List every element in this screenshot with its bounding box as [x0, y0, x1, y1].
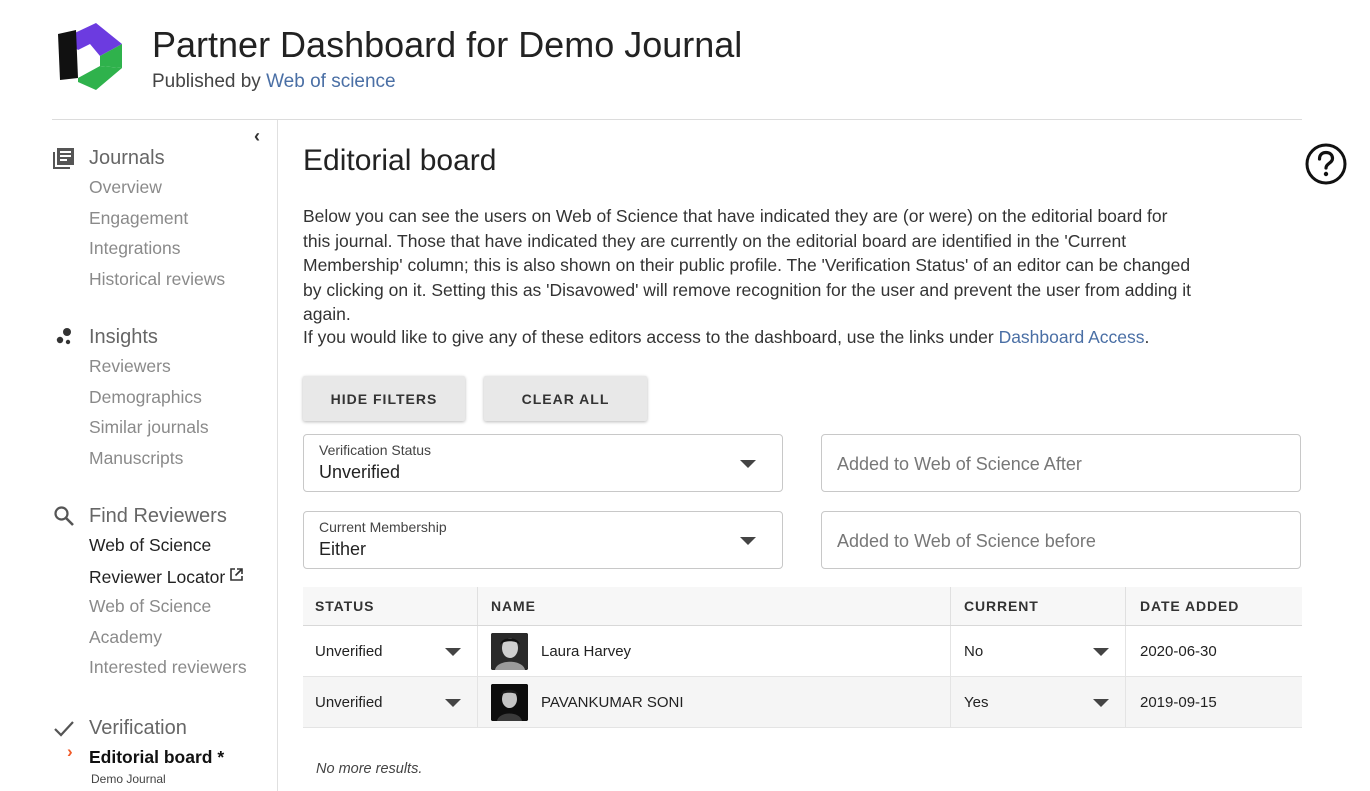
sidebar-item-manuscripts[interactable]: Manuscripts: [89, 443, 209, 474]
clear-all-button[interactable]: CLEAR ALL: [484, 376, 647, 421]
sidebar-section-title: Find Reviewers: [89, 504, 227, 527]
sidebar-item-journal-name: Demo Journal: [91, 772, 166, 786]
status-select[interactable]: Unverified: [303, 677, 478, 727]
table-header-row: STATUS NAME CURRENT DATE ADDED: [303, 587, 1302, 626]
verification-status-select[interactable]: Verification Status Unverified: [303, 434, 783, 492]
avatar[interactable]: [491, 683, 528, 721]
reviewer-locator-label: Reviewer Locator: [89, 566, 226, 587]
journals-icon: [52, 146, 76, 170]
current-select[interactable]: No: [951, 626, 1126, 676]
insights-icon: [52, 325, 76, 349]
current-membership-select[interactable]: Current Membership Either: [303, 511, 783, 569]
sidebar-section-insights: Insights Reviewers Demographics Similar …: [52, 323, 209, 473]
current-membership-value: Either: [319, 539, 367, 559]
current-value: No: [964, 642, 984, 660]
editorial-board-table: STATUS NAME CURRENT DATE ADDED Unverifie…: [303, 587, 1302, 728]
dashboard-access-note: If you would like to give any of these e…: [303, 325, 1303, 349]
sidebar-item-reviewer-locator[interactable]: Reviewer Locator: [89, 561, 247, 592]
page-description: Below you can see the users on Web of Sc…: [303, 206, 1191, 324]
check-icon: [52, 716, 76, 740]
chevron-left-icon[interactable]: ‹: [254, 126, 260, 147]
access-suffix: .: [1144, 327, 1150, 347]
dropdown-arrow-icon: [740, 537, 756, 545]
sidebar-item-editorial-board[interactable]: › Editorial board * Demo Journal: [67, 742, 225, 786]
sidebar-item-editorial-board-label: Editorial board *: [89, 747, 225, 767]
dropdown-arrow-icon: [740, 460, 756, 468]
sidebar-section-verification: Verification › Editorial board * Demo Jo…: [52, 714, 224, 786]
sidebar-section-find-reviewers: Find Reviewers Web of Science Reviewer L…: [52, 502, 247, 683]
dropdown-arrow-icon: [445, 699, 461, 707]
sidebar-item-web-of-science-academy[interactable]: Web of Science: [89, 591, 247, 622]
verification-status-value: Unverified: [319, 462, 401, 482]
publisher-link[interactable]: Web of science: [266, 71, 396, 92]
dashboard-title: Partner Dashboard for Demo Journal: [152, 24, 743, 65]
column-header-status[interactable]: STATUS: [303, 587, 478, 625]
date-added-cell: 2020-06-30: [1140, 642, 1217, 660]
date-added-cell: 2019-09-15: [1140, 693, 1217, 711]
page-title: Editorial board: [303, 144, 497, 177]
avatar[interactable]: [491, 632, 528, 670]
chevron-right-icon: ›: [67, 742, 73, 761]
sidebar-item-overview[interactable]: Overview: [89, 172, 225, 203]
dropdown-arrow-icon: [445, 648, 461, 656]
dropdown-arrow-icon: [1093, 648, 1109, 656]
sidebar-item-integrations[interactable]: Integrations: [89, 233, 225, 264]
current-value: Yes: [964, 693, 989, 711]
editor-name[interactable]: PAVANKUMAR SONI: [541, 694, 684, 711]
table-row: Unverified Laura Harvey No 2020-06-30: [303, 626, 1302, 677]
no-more-results: No more results.: [316, 761, 423, 777]
sidebar-item-reviewers[interactable]: Reviewers: [89, 351, 209, 382]
external-link-icon: [229, 561, 244, 591]
added-after-placeholder: Added to Web of Science After: [837, 454, 1082, 474]
publisher-line: Published by Web of science: [152, 71, 396, 93]
help-circle-icon[interactable]: [1305, 143, 1347, 185]
current-select[interactable]: Yes: [951, 677, 1126, 727]
name-cell: PAVANKUMAR SONI: [478, 677, 951, 727]
table-row: Unverified PAVANKUMAR SONI Yes 2019-09-1…: [303, 677, 1302, 728]
publons-logo-icon: [58, 23, 122, 90]
column-header-date-added[interactable]: DATE ADDED: [1126, 587, 1302, 625]
column-header-name[interactable]: NAME: [478, 587, 951, 625]
editor-name[interactable]: Laura Harvey: [541, 643, 631, 660]
sidebar-item-academy[interactable]: Academy: [89, 622, 247, 653]
status-value: Unverified: [315, 693, 383, 711]
dropdown-arrow-icon: [1093, 699, 1109, 707]
sidebar-section-title: Insights: [89, 325, 158, 348]
sidebar-item-engagement[interactable]: Engagement: [89, 203, 225, 234]
sidebar-item-historical-reviews[interactable]: Historical reviews: [89, 264, 225, 295]
sidebar-section-journals: Journals Overview Engagement Integration…: [52, 144, 225, 294]
app-header: Partner Dashboard for Demo Journal Publi…: [0, 0, 1370, 120]
column-header-current[interactable]: CURRENT: [951, 587, 1126, 625]
sidebar: ‹ Journals Overview Engagement Integrati…: [0, 120, 278, 791]
added-before-field[interactable]: Added to Web of Science before: [821, 511, 1301, 569]
sidebar-item-web-of-science[interactable]: Web of Science: [89, 530, 247, 561]
search-icon: [52, 504, 76, 528]
dashboard-access-link[interactable]: Dashboard Access: [999, 327, 1145, 347]
sidebar-section-title: Verification: [89, 716, 187, 739]
sidebar-section-title: Journals: [89, 146, 165, 169]
status-select[interactable]: Unverified: [303, 626, 478, 676]
added-after-field[interactable]: Added to Web of Science After: [821, 434, 1301, 492]
hide-filters-button[interactable]: HIDE FILTERS: [303, 376, 465, 421]
name-cell: Laura Harvey: [478, 626, 951, 676]
sidebar-item-similar-journals[interactable]: Similar journals: [89, 412, 209, 443]
status-value: Unverified: [315, 642, 383, 660]
verification-status-label: Verification Status: [319, 442, 432, 458]
sidebar-item-demographics[interactable]: Demographics: [89, 382, 209, 413]
access-text: If you would like to give any of these e…: [303, 327, 994, 347]
current-membership-label: Current Membership: [319, 519, 447, 535]
added-before-placeholder: Added to Web of Science before: [837, 531, 1096, 551]
published-by-label: Published by: [152, 71, 261, 92]
sidebar-item-interested-reviewers[interactable]: Interested reviewers: [89, 652, 247, 683]
